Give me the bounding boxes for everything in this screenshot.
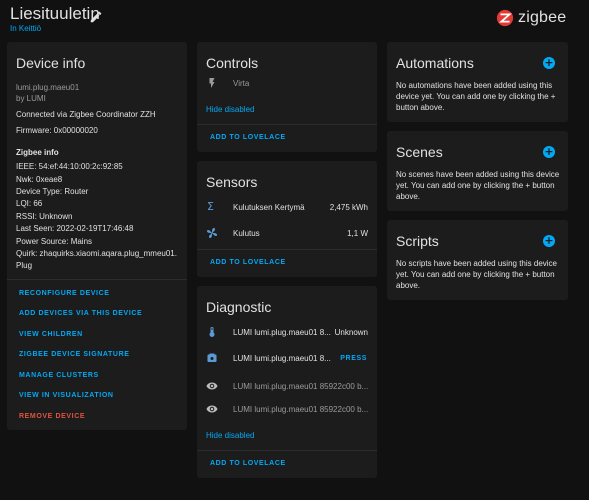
fan-icon [207, 228, 217, 238]
eye-icon [206, 405, 218, 413]
diagnostic-row-name[interactable]: LUMI lumi.plug.maeu01 85922c00 b... [233, 405, 368, 414]
diagnostic-title: Diagnostic [206, 299, 272, 315]
automations-card: Automations + No automations have been a… [387, 42, 568, 122]
sensors-title: Sensors [206, 174, 258, 190]
press-button[interactable]: PRESS [340, 355, 367, 362]
button-icon [207, 353, 217, 362]
zigbee-device-type: Device Type: Router [16, 187, 89, 196]
scenes-card: Scenes + No scenes have been added using… [387, 131, 568, 211]
view-in-visualization-button[interactable]: VIEW IN VISUALIZATION [19, 392, 114, 399]
manage-clusters-button[interactable]: MANAGE CLUSTERS [19, 372, 99, 379]
zigbee-rssi: RSSI: Unknown [16, 212, 73, 221]
diagnostic-add-to-lovelace-button[interactable]: ADD TO LOVELACE [210, 460, 286, 467]
zigbee-quirk-cont: Plug [16, 261, 33, 270]
zigbee-logo-icon [496, 9, 514, 27]
diagnostic-hide-disabled-link[interactable]: Hide disabled [206, 431, 254, 440]
page-title: Liesituuletin [10, 4, 100, 23]
scripts-card: Scripts + No scripts have been added usi… [387, 220, 568, 300]
zigbee-last-seen: Last Seen: 2022-02-19T17:46:48 [16, 224, 134, 233]
controls-entity-name[interactable]: Virta [233, 79, 249, 88]
scripts-description: No scripts have been added using this de… [396, 259, 557, 290]
sensor-row-name[interactable]: Kulutuksen Kertymä [233, 203, 305, 212]
diagnostic-card: Diagnostic LUMI lumi.plug.maeu01 8... Un… [197, 286, 377, 478]
zigbee-lqi: LQI: 66 [16, 199, 43, 208]
sensor-row-value: 2,475 kWh [329, 203, 368, 212]
diagnostic-row-name[interactable]: LUMI lumi.plug.maeu01 8... [233, 354, 331, 363]
reconfigure-device-button[interactable]: RECONFIGURE DEVICE [19, 290, 110, 297]
automations-title: Automations [396, 55, 474, 71]
device-manufacturer: by LUMI [16, 94, 46, 103]
add-devices-via-this-device-button[interactable]: ADD DEVICES VIA THIS DEVICE [19, 310, 142, 317]
scripts-title: Scripts [396, 233, 439, 249]
scenes-description: No scenes have been added using this dev… [396, 170, 560, 201]
area-link[interactable]: In Keittiö [10, 24, 41, 33]
add-automation-button[interactable]: + [543, 57, 555, 69]
remove-device-button[interactable]: REMOVE DEVICE [19, 413, 85, 420]
diagnostic-row-value: Unknown [334, 328, 368, 337]
automations-description: No automations have been added using thi… [396, 81, 556, 112]
controls-title: Controls [206, 55, 259, 71]
device-model: lumi.plug.maeu01 [16, 83, 80, 92]
eye-icon [206, 382, 218, 390]
zigbee-power-source: Power Source: Mains [16, 237, 93, 246]
device-firmware: Firmware: 0x00000020 [16, 126, 98, 135]
view-children-button[interactable]: VIEW CHILDREN [19, 331, 83, 338]
thermometer-icon [209, 327, 215, 337]
controls-add-to-lovelace-button[interactable]: ADD TO LOVELACE [210, 134, 286, 141]
zigbee-ieee: IEEE: 54:ef:44:10:00:2c:92:85 [16, 162, 123, 171]
controls-hide-disabled-link[interactable]: Hide disabled [206, 105, 254, 114]
divider [197, 450, 377, 451]
zigbee-nwk: Nwk: 0xeae8 [16, 175, 63, 184]
divider [7, 279, 187, 280]
sigma-icon: Σ [207, 200, 214, 213]
diagnostic-row-name[interactable]: LUMI lumi.plug.maeu01 8... [233, 328, 331, 337]
controls-card: Controls Virta Hide disabled ADD TO LOVE… [197, 42, 377, 152]
pencil-icon[interactable] [89, 10, 103, 24]
zigbee-quirk: Quirk: zhaquirks.xiaomi.aqara.plug_mmeu0… [16, 249, 177, 258]
sensor-row-value: 1,1 W [347, 229, 368, 238]
divider [197, 249, 377, 250]
zigbee-info-title: Zigbee info [16, 148, 59, 157]
device-info-title: Device info [16, 55, 86, 71]
diagnostic-row-name[interactable]: LUMI lumi.plug.maeu01 85922c00 b... [233, 382, 368, 391]
sensor-row-name[interactable]: Kulutus [233, 229, 260, 238]
divider [197, 124, 377, 125]
device-info-card: Device info lumi.plug.maeu01 by LUMI Con… [7, 42, 187, 430]
zigbee-logo: zigbee [496, 8, 566, 28]
sensors-card: Sensors Σ Kulutuksen Kertymä 2,475 kWh K… [197, 161, 377, 277]
add-script-button[interactable]: + [543, 235, 555, 247]
zigbee-device-signature-button[interactable]: ZIGBEE DEVICE SIGNATURE [19, 351, 130, 358]
flash-icon [209, 78, 215, 88]
zigbee-logo-text: zigbee [518, 9, 567, 26]
sensors-add-to-lovelace-button[interactable]: ADD TO LOVELACE [210, 259, 286, 266]
device-connected-via: Connected via Zigbee Coordinator ZZH [16, 110, 156, 119]
add-scene-button[interactable]: + [543, 146, 555, 158]
scenes-title: Scenes [396, 144, 443, 160]
